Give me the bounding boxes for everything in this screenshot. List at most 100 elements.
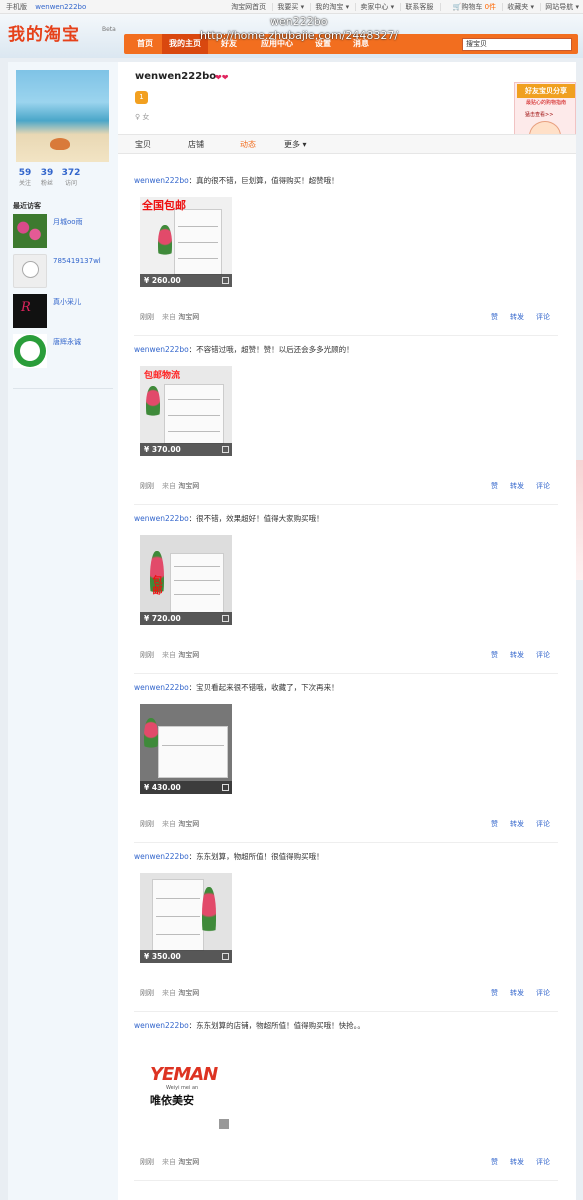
feed-actions: 赞 转发 评论 (479, 988, 550, 998)
feed-text: ：宝贝看起来很不错哦，收藏了，下次再来！ (188, 683, 339, 692)
forward-button[interactable]: 转发 (510, 482, 524, 490)
comment-button[interactable]: 评论 (536, 313, 550, 321)
site-logo[interactable]: 我的淘宝 (8, 20, 80, 45)
shop-logo-image[interactable]: YEMAN Weiyi mei an 唯依美安 (140, 1042, 232, 1132)
comment-button[interactable]: 评论 (536, 651, 550, 659)
like-button[interactable]: 赞 (491, 820, 498, 828)
cart-link[interactable]: 🛒购物车 0件 (439, 3, 497, 11)
stat-following[interactable]: 59 关注 (14, 168, 36, 187)
grid-icon (222, 277, 229, 284)
visitor-name[interactable]: 785419137wl (53, 257, 101, 265)
like-button[interactable]: 赞 (491, 989, 498, 997)
sidebar: 59 关注 39 粉丝 372 访问 最近访客 月城oo雨 785419137w… (8, 62, 118, 1200)
feed-user-link[interactable]: wenwen222bo (134, 514, 189, 523)
feed-text: ：不容错过哦，超赞！赞！以后还会多多光顾的！ (188, 345, 354, 354)
promo-text: 全国包邮 (142, 199, 186, 212)
visitor-avatar[interactable] (13, 254, 47, 288)
feed-source-link[interactable]: 淘宝网 (178, 313, 199, 321)
feed-time: 刚刚 (140, 313, 154, 321)
feed-time: 刚刚 (140, 1158, 154, 1166)
visitor-name[interactable]: 唐辉永诚 (53, 337, 81, 347)
price-label: ¥ 720.00 (144, 614, 181, 623)
forward-button[interactable]: 转发 (510, 651, 524, 659)
grid-icon (222, 784, 229, 791)
product-image[interactable]: ¥ 430.00 (140, 704, 232, 794)
comment-button[interactable]: 评论 (536, 1158, 550, 1166)
like-button[interactable]: 赞 (491, 313, 498, 321)
feed-source-link[interactable]: 淘宝网 (178, 482, 199, 490)
like-button[interactable]: 赞 (491, 482, 498, 490)
topbar-user-link[interactable]: wenwen222bo (35, 3, 86, 11)
seller-center-menu[interactable]: 卖家中心 ▾ (355, 3, 395, 11)
promo-text: 包邮物流 (144, 371, 181, 381)
feed-item: wenwen222bo：东东划算的店铺，物超所值！值得购买哦！快抢。。 YEMA… (134, 1020, 558, 1189)
divider (134, 842, 558, 843)
mobile-link[interactable]: 手机版 (6, 3, 27, 11)
buy-menu[interactable]: 我要买 ▾ (272, 3, 305, 11)
product-image[interactable]: 全国包邮 ¥ 260.00 (140, 197, 232, 287)
visitor-avatar[interactable]: R (13, 294, 47, 328)
forward-button[interactable]: 转发 (510, 1158, 524, 1166)
promo-text: 包邮 (150, 575, 161, 595)
recent-visitors-title: 最近访客 (13, 202, 41, 210)
feed-actions: 赞 转发 评论 (479, 819, 550, 829)
feed-user-link[interactable]: wenwen222bo (134, 345, 189, 354)
product-image[interactable]: 包邮 ¥ 720.00 (140, 535, 232, 625)
profile-tabs: 宝贝 店铺 动态 更多 ▾ (118, 134, 576, 154)
feed-text: ：真的很不错，巨划算，值得购买！超赞哦！ (188, 176, 339, 185)
feed-text: ：东东划算，物超所值！很值得购买哦！ (188, 852, 324, 861)
taobao-home-link[interactable]: 淘宝网首页 (227, 3, 266, 11)
my-taobao-menu[interactable]: 我的淘宝 ▾ (310, 3, 350, 11)
forward-button[interactable]: 转发 (510, 989, 524, 997)
cart-icon: 🛒 (452, 3, 462, 11)
nav-home[interactable]: 首页 (128, 34, 162, 54)
customer-service-link[interactable]: 联系客服 (400, 3, 434, 11)
side-decoration (576, 460, 583, 580)
divider (134, 673, 558, 674)
feed-user-link[interactable]: wenwen222bo (134, 683, 189, 692)
divider (134, 504, 558, 505)
comment-button[interactable]: 评论 (536, 820, 550, 828)
product-image[interactable]: 包邮物流 ¥ 370.00 (140, 366, 232, 456)
feed-source-link[interactable]: 淘宝网 (178, 1158, 199, 1166)
like-button[interactable]: 赞 (491, 651, 498, 659)
price-label: ¥ 260.00 (144, 276, 181, 285)
comment-button[interactable]: 评论 (536, 989, 550, 997)
profile-name: wenwen222bo (135, 71, 217, 82)
feed-actions: 赞 转发 评论 (479, 1157, 550, 1167)
feed-user-link[interactable]: wenwen222bo (134, 176, 189, 185)
forward-button[interactable]: 转发 (510, 820, 524, 828)
watermark-name: wen222bo (270, 15, 328, 28)
stat-fans[interactable]: 39 粉丝 (36, 168, 58, 187)
gender-label: ♀ 女 (135, 113, 150, 121)
grid-icon (222, 446, 229, 453)
feed-user-link[interactable]: wenwen222bo (134, 1021, 189, 1030)
divider (134, 1180, 558, 1181)
visitor-item[interactable]: R 真小采儿 (13, 294, 113, 328)
feed-source-link[interactable]: 淘宝网 (178, 989, 199, 997)
product-image[interactable]: ¥ 350.00 (140, 873, 232, 963)
like-button[interactable]: 赞 (491, 1158, 498, 1166)
feed-source-link[interactable]: 淘宝网 (178, 651, 199, 659)
visitor-item[interactable]: 月城oo雨 (13, 214, 113, 248)
visitor-avatar[interactable] (13, 214, 47, 248)
site-nav-menu[interactable]: 网站导航 ▾ (540, 3, 579, 11)
feed-user-link[interactable]: wenwen222bo (134, 852, 189, 861)
visitor-avatar[interactable] (13, 334, 47, 368)
visitor-name[interactable]: 真小采儿 (53, 297, 81, 307)
tab-items[interactable]: 宝贝 (135, 135, 151, 154)
feed-source-link[interactable]: 淘宝网 (178, 820, 199, 828)
favorites-menu[interactable]: 收藏夹 ▾ (502, 3, 535, 11)
comment-button[interactable]: 评论 (536, 482, 550, 490)
level-badge: 1 (135, 91, 148, 104)
profile-avatar[interactable] (16, 70, 109, 162)
visitor-item[interactable]: 785419137wl (13, 254, 113, 288)
visitor-name[interactable]: 月城oo雨 (53, 217, 83, 227)
forward-button[interactable]: 转发 (510, 313, 524, 321)
ad-more-link[interactable]: 猛击查看>> (525, 111, 553, 118)
visitor-item[interactable]: 唐辉永诚 (13, 334, 113, 368)
search-input[interactable]: 搜宝贝 (462, 38, 572, 51)
tab-more[interactable]: 更多 ▾ (284, 135, 307, 154)
tab-shop[interactable]: 店铺 (188, 135, 204, 154)
tab-activity[interactable]: 动态 (240, 135, 256, 154)
